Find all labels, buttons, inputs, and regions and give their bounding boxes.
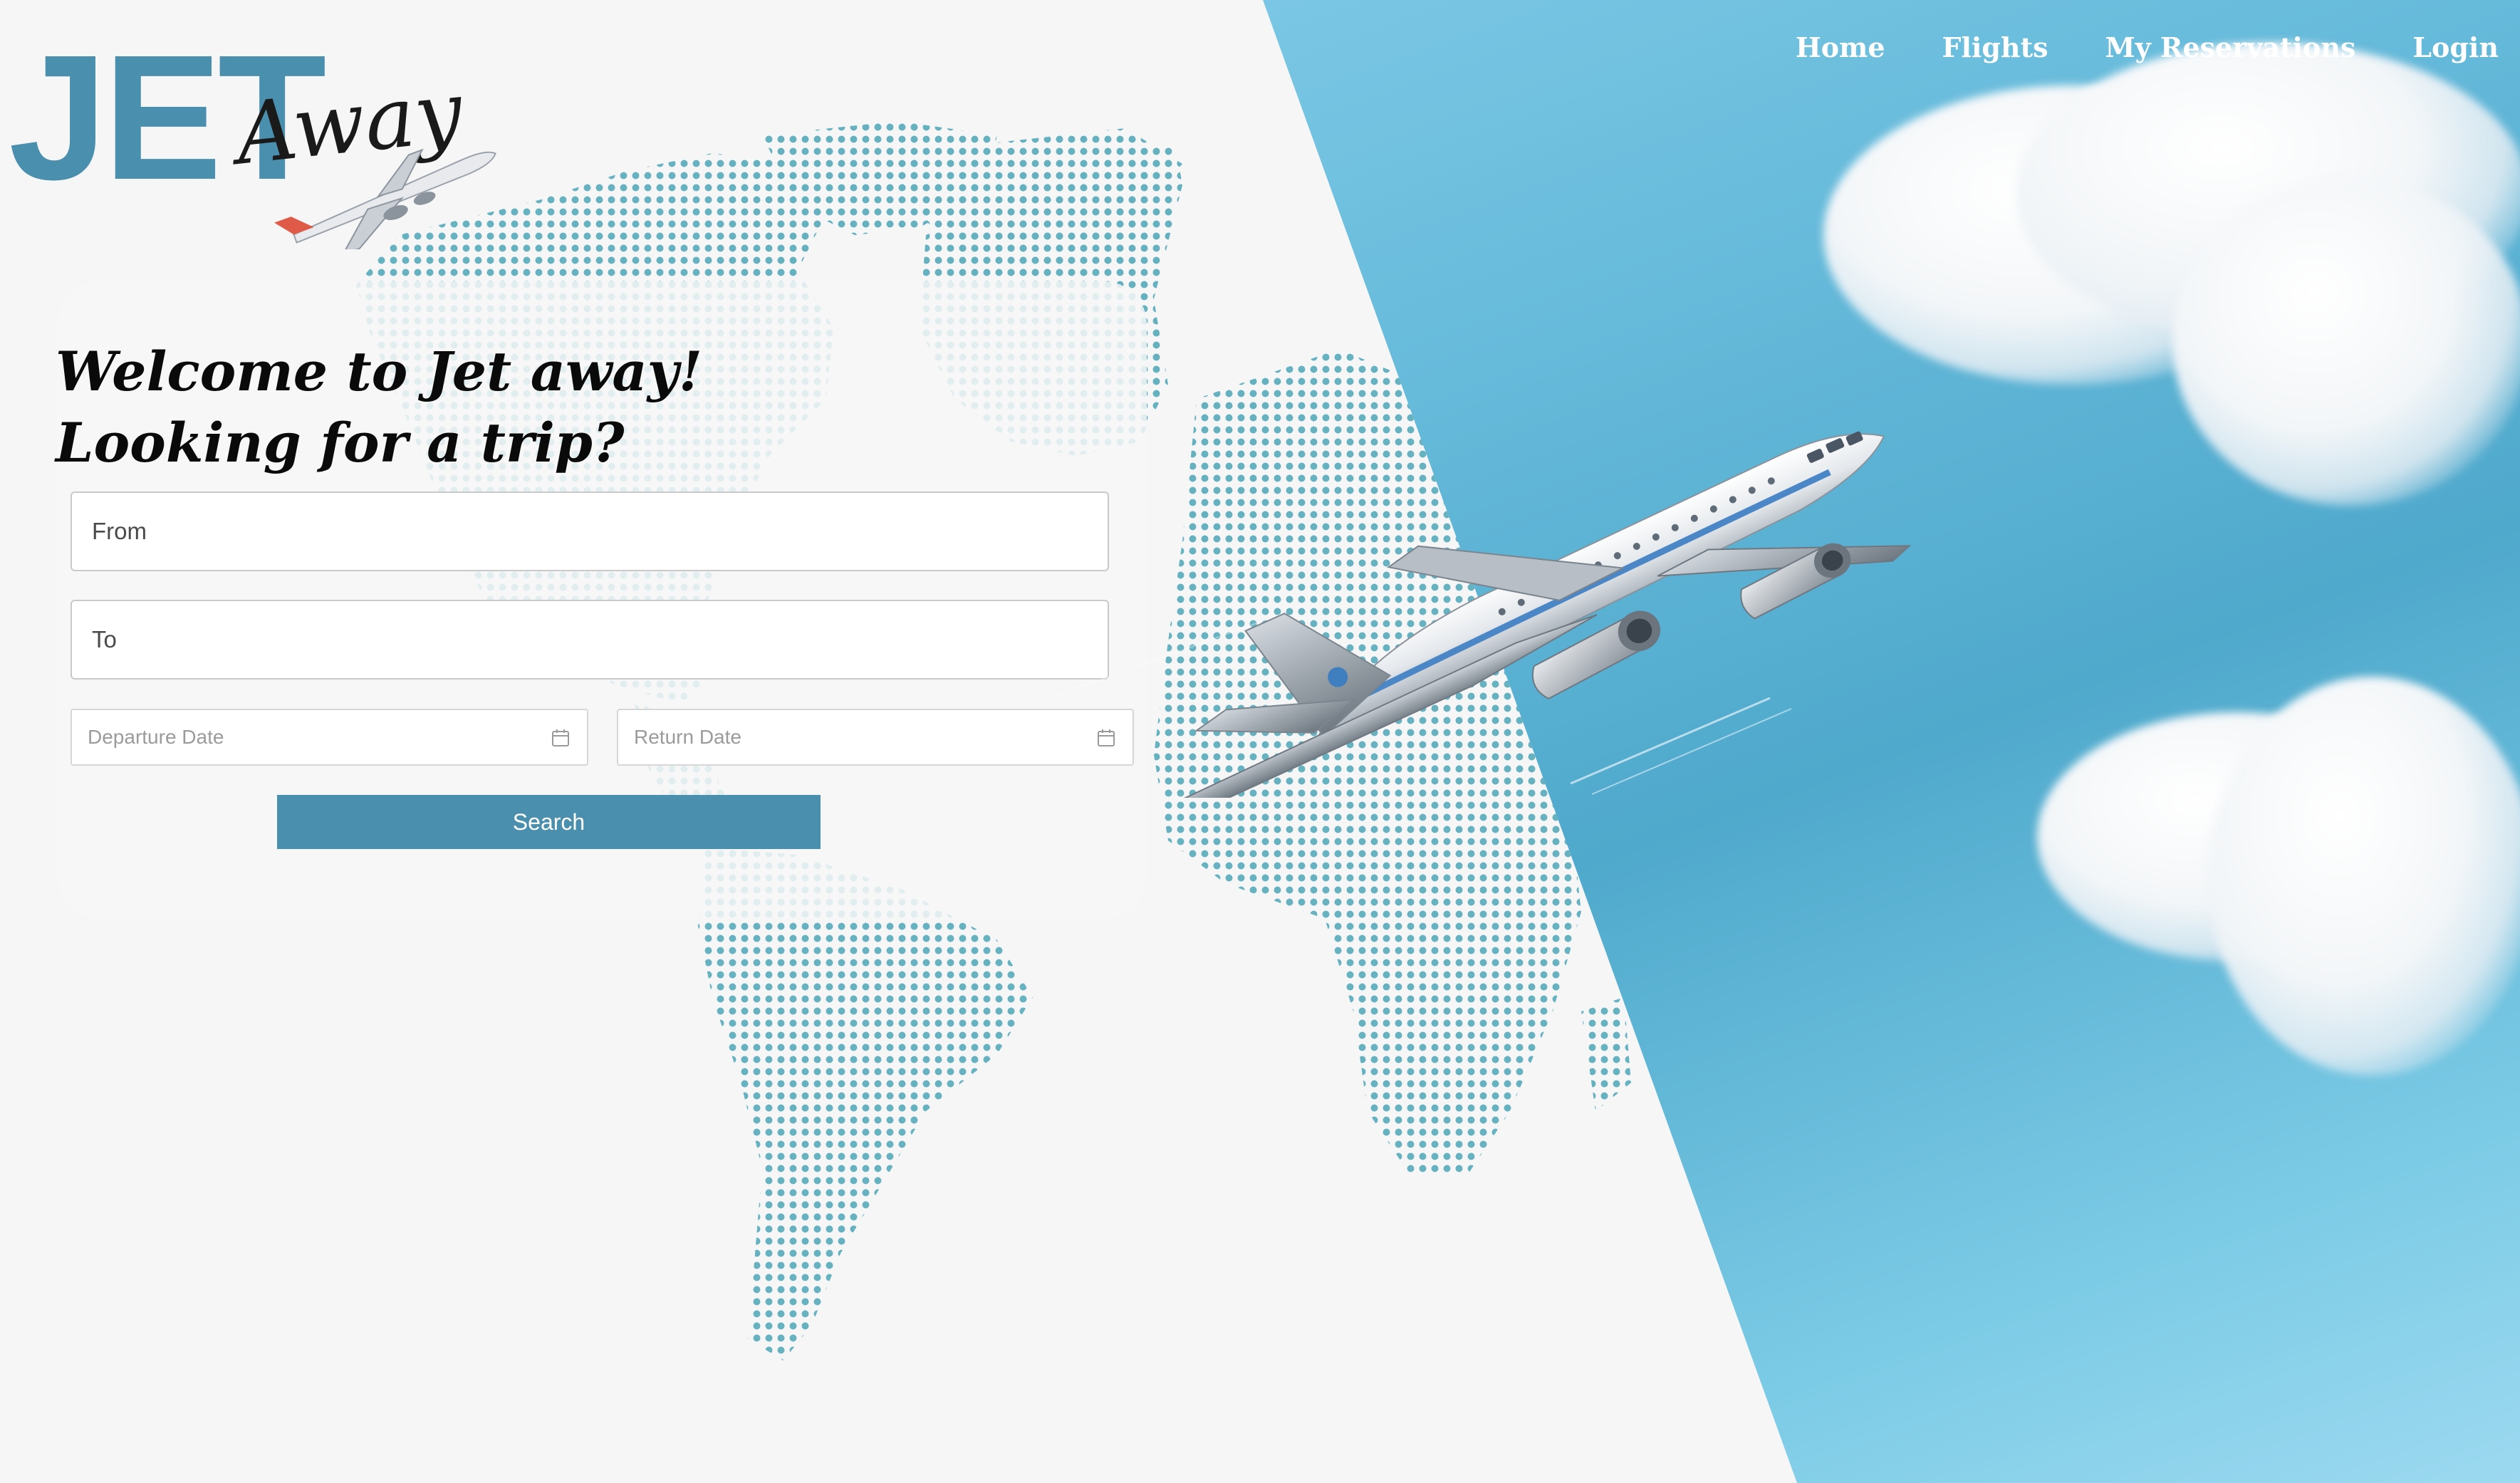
search-button[interactable]: Search — [277, 795, 821, 849]
departure-date-input[interactable] — [72, 710, 587, 764]
nav-my-reservations[interactable]: My Reservations — [2105, 31, 2356, 63]
hero-heading: Welcome to Jet away! Looking for a trip? — [56, 336, 702, 479]
to-input[interactable] — [71, 600, 1109, 680]
nav-flights[interactable]: Flights — [1942, 31, 2048, 63]
top-navigation: Home Flights My Reservations Login — [1796, 31, 2499, 63]
logo-plane-icon — [274, 148, 496, 249]
nav-home[interactable]: Home — [1796, 31, 1885, 63]
calendar-icon[interactable] — [550, 727, 571, 749]
airplane-illustration — [1051, 431, 1912, 798]
from-input[interactable] — [71, 491, 1109, 571]
hero-line-2: Looking for a trip? — [56, 411, 625, 474]
nav-login[interactable]: Login — [2412, 31, 2499, 63]
page: JET Away Home Flights My Reservations Lo… — [0, 0, 2520, 1483]
hero-line-1: Welcome to Jet away! — [56, 340, 703, 403]
brand-logo[interactable]: JET Away — [9, 28, 521, 249]
departure-date-field[interactable] — [71, 709, 588, 766]
